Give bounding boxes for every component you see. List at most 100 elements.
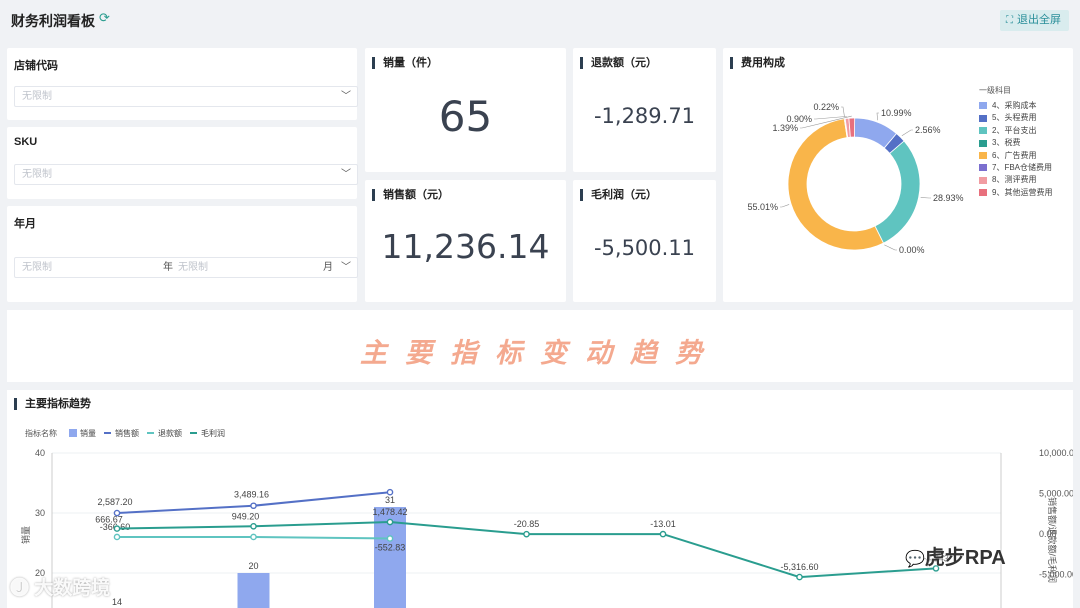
cost-legend-item[interactable]: 9、其他运营费用 bbox=[979, 187, 1052, 198]
refresh-icon[interactable]: ⟳ bbox=[99, 11, 113, 25]
series-point[interactable] bbox=[659, 530, 667, 538]
cost-composition-card: 费用构成 10.99% 2.56% 28.93% 0.00% 55.01% 0.22% 0.… bbox=[723, 48, 1073, 302]
series-point[interactable] bbox=[523, 530, 530, 538]
filter-store-label: 店铺代码 bbox=[14, 60, 58, 72]
legend-swatch bbox=[979, 151, 987, 159]
pie-slice[interactable] bbox=[874, 140, 921, 244]
cost-legend-item[interactable]: 4、采购成本 bbox=[979, 100, 1036, 111]
point-label: -13.01 bbox=[650, 519, 676, 529]
pie-leader-line bbox=[876, 112, 879, 121]
pie-leader-line bbox=[920, 197, 931, 199]
point-label: -552.83 bbox=[375, 542, 406, 552]
cost-legend-item[interactable]: 8、测评费用 bbox=[979, 174, 1036, 185]
series-point[interactable] bbox=[250, 523, 257, 530]
series-point[interactable] bbox=[386, 488, 394, 496]
kpi-sales-qty-card: 销量（件） 65 bbox=[365, 48, 566, 172]
y2-tick-label: 10,000.00 bbox=[1039, 448, 1073, 458]
chevron-down-icon: ﹀ bbox=[341, 262, 351, 273]
watermark-right-text: 虎步RPA bbox=[924, 547, 1006, 569]
exit-fullscreen-button[interactable]: ⛶ 退出全屏 bbox=[1000, 10, 1069, 31]
kpi-refund-card: 退款额（元） -1,289.71 bbox=[573, 48, 716, 172]
trend-legend-item[interactable]: 销量 bbox=[80, 428, 96, 438]
month-range-select[interactable]: 无限制 年 无限制 月 ﹀ bbox=[14, 257, 358, 278]
filter-sku-card: SKU 无限制 ﹀ bbox=[7, 127, 358, 199]
legend-label: 4、采购成本 bbox=[992, 101, 1037, 110]
bar-label: 14 bbox=[112, 597, 122, 607]
pie-leader-line bbox=[841, 106, 845, 117]
compress-icon: ⛶ bbox=[1006, 15, 1013, 26]
trend-legend-item[interactable]: 退款额 bbox=[158, 428, 182, 438]
cost-legend-item[interactable]: 2、平台支出 bbox=[979, 125, 1036, 136]
kpi-revenue-label: 销售额（元） bbox=[372, 189, 449, 201]
kpi-sales-qty-label: 销量（件） bbox=[372, 57, 438, 69]
kpi-refund-label: 退款额（元） bbox=[580, 57, 657, 69]
trend-legend: 指标名称 销量 销售额 退款额 毛利润 bbox=[25, 428, 225, 438]
legend-swatch bbox=[979, 139, 987, 147]
pie-slice-label: 1.39% bbox=[772, 123, 798, 133]
point-label: 666.67 bbox=[95, 515, 123, 525]
page-title: 财务利润看板 bbox=[11, 13, 95, 29]
legend-label: 7、FBA仓储费用 bbox=[992, 163, 1053, 172]
legend-label: 6、广告费用 bbox=[992, 150, 1037, 160]
legend-label: 5、头程费用 bbox=[992, 113, 1037, 123]
month-placeholder: 无限制 bbox=[178, 262, 208, 273]
series-point[interactable] bbox=[250, 533, 257, 541]
trend-legend-title: 指标名称 bbox=[25, 428, 57, 438]
store-select-placeholder: 无限制 bbox=[22, 91, 52, 102]
kpi-gross-profit-value: -5,500.11 bbox=[593, 236, 696, 260]
watermark-logo-icon: 🅙 bbox=[10, 578, 35, 599]
kpi-revenue-card: 销售额（元） 11,236.14 bbox=[365, 180, 566, 302]
series-point[interactable] bbox=[250, 502, 257, 510]
exit-fullscreen-label: 退出全屏 bbox=[1017, 14, 1061, 26]
pie-slice-label: 10.99% bbox=[881, 108, 912, 118]
legend-label: 2、平台支出 bbox=[992, 125, 1037, 135]
series-point[interactable] bbox=[796, 573, 803, 581]
legend-swatch bbox=[979, 164, 987, 172]
year-suffix: 年 bbox=[163, 262, 173, 273]
filter-store-card: 店铺代码 无限制 ﹀ bbox=[7, 48, 358, 120]
pie-slice-label: 0.22% bbox=[813, 102, 839, 112]
legend-label: 9、其他运营费用 bbox=[992, 187, 1053, 197]
filter-sku-label: SKU bbox=[14, 136, 38, 148]
filter-month-label: 年月 bbox=[14, 218, 36, 230]
legend-swatch bbox=[979, 127, 987, 135]
legend-swatch bbox=[979, 189, 987, 197]
bar-sales-qty[interactable] bbox=[237, 573, 270, 608]
legend-swatch bbox=[979, 176, 987, 184]
cost-legend-item[interactable]: 5、头程费用 bbox=[979, 112, 1036, 123]
series-point[interactable] bbox=[113, 533, 121, 541]
bar-label: 31 bbox=[385, 495, 395, 505]
sku-select-placeholder: 无限制 bbox=[22, 169, 52, 180]
trend-chart-card: 主要指标趋势 指标名称销量销售额退款额毛利润40302010,000.005,0… bbox=[7, 390, 1073, 608]
point-label: 3,489.16 bbox=[234, 490, 269, 500]
point-label: 949.20 bbox=[232, 511, 260, 521]
pie-leader-line bbox=[884, 244, 897, 251]
trend-banner: 主要指标变动趋势 bbox=[7, 310, 1073, 382]
point-label: -5,316.60 bbox=[780, 562, 818, 572]
series-point[interactable] bbox=[386, 518, 394, 526]
pie-slice[interactable] bbox=[848, 117, 856, 138]
trend-legend-item[interactable]: 毛利润 bbox=[201, 428, 225, 438]
pie-leader-line bbox=[780, 204, 790, 208]
trend-legend-item[interactable]: 销售额 bbox=[115, 428, 139, 438]
y-tick-label: 40 bbox=[35, 448, 45, 458]
trend-chart: 指标名称销量销售额退款额毛利润40302010,000.005,000.000.… bbox=[20, 428, 1073, 608]
y-tick-label: 30 bbox=[35, 508, 45, 518]
chevron-down-icon: ﹀ bbox=[341, 169, 351, 180]
sku-select[interactable]: 无限制 ﹀ bbox=[14, 164, 358, 185]
cost-legend-item[interactable]: 6、广告费用 bbox=[979, 150, 1036, 161]
series-point[interactable] bbox=[386, 535, 394, 542]
cost-legend-item[interactable]: 7、FBA仓储费用 bbox=[979, 162, 1052, 173]
point-label: -20.85 bbox=[514, 519, 540, 529]
pie-slice-label: 2.56% bbox=[915, 125, 941, 135]
point-label: 1,478.42 bbox=[372, 507, 407, 517]
watermark-right: 💬虎步RPA bbox=[905, 541, 1006, 570]
top-bar: 财务利润看板 ⟳ ⛶ 退出全屏 bbox=[0, 0, 1080, 40]
year-placeholder: 无限制 bbox=[22, 262, 52, 273]
y2-axis-title: 销售额/退款额/毛利润 bbox=[1047, 497, 1058, 583]
cost-legend-item[interactable]: 3、税费 bbox=[979, 137, 1020, 148]
series-point[interactable] bbox=[113, 525, 121, 532]
store-select[interactable]: 无限制 ﹀ bbox=[14, 86, 358, 107]
kpi-sales-qty-value: 65 bbox=[438, 92, 493, 141]
legend-swatch bbox=[979, 114, 987, 122]
